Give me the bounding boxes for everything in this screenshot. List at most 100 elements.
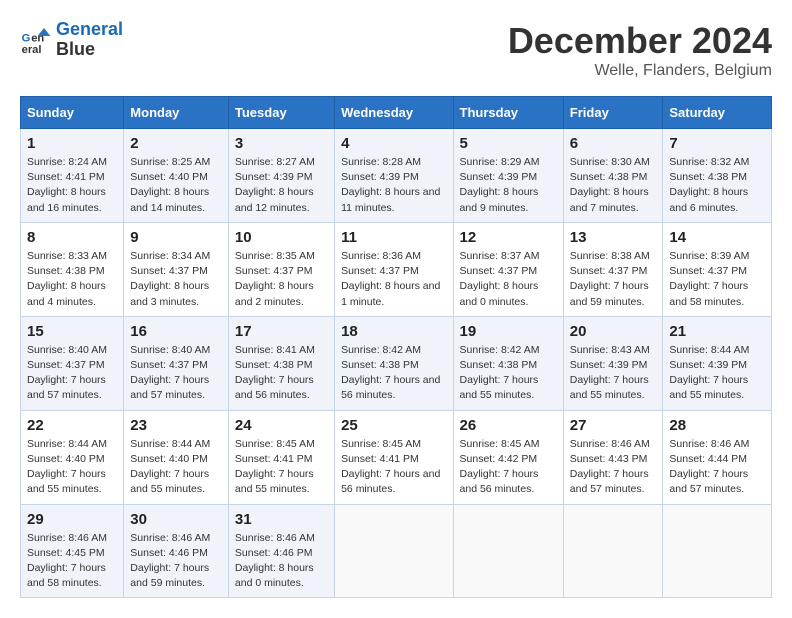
day-info: Sunrise: 8:43 AM Sunset: 4:39 PM Dayligh… [570, 343, 657, 404]
day-info: Sunrise: 8:28 AM Sunset: 4:39 PM Dayligh… [341, 155, 446, 216]
day-number: 10 [235, 229, 328, 246]
calendar-cell: 18 Sunrise: 8:42 AM Sunset: 4:38 PM Dayl… [335, 316, 453, 410]
day-info: Sunrise: 8:42 AM Sunset: 4:38 PM Dayligh… [460, 343, 557, 404]
header-sunday: Sunday [21, 97, 124, 129]
day-number: 6 [570, 135, 657, 152]
day-info: Sunrise: 8:44 AM Sunset: 4:39 PM Dayligh… [669, 343, 765, 404]
calendar-cell: 6 Sunrise: 8:30 AM Sunset: 4:38 PM Dayli… [563, 129, 663, 223]
calendar-cell: 10 Sunrise: 8:35 AM Sunset: 4:37 PM Dayl… [228, 222, 334, 316]
calendar-cell: 15 Sunrise: 8:40 AM Sunset: 4:37 PM Dayl… [21, 316, 124, 410]
day-info: Sunrise: 8:32 AM Sunset: 4:38 PM Dayligh… [669, 155, 765, 216]
day-info: Sunrise: 8:33 AM Sunset: 4:38 PM Dayligh… [27, 249, 117, 310]
day-number: 19 [460, 323, 557, 340]
header-tuesday: Tuesday [228, 97, 334, 129]
day-info: Sunrise: 8:46 AM Sunset: 4:44 PM Dayligh… [669, 437, 765, 498]
calendar-cell: 8 Sunrise: 8:33 AM Sunset: 4:38 PM Dayli… [21, 222, 124, 316]
calendar-table: SundayMondayTuesdayWednesdayThursdayFrid… [20, 96, 772, 598]
day-info: Sunrise: 8:36 AM Sunset: 4:37 PM Dayligh… [341, 249, 446, 310]
calendar-week-row: 15 Sunrise: 8:40 AM Sunset: 4:37 PM Dayl… [21, 316, 772, 410]
day-number: 12 [460, 229, 557, 246]
header-friday: Friday [563, 97, 663, 129]
day-info: Sunrise: 8:24 AM Sunset: 4:41 PM Dayligh… [27, 155, 117, 216]
day-number: 23 [130, 417, 222, 434]
day-number: 13 [570, 229, 657, 246]
calendar-cell [563, 504, 663, 598]
day-info: Sunrise: 8:37 AM Sunset: 4:37 PM Dayligh… [460, 249, 557, 310]
day-info: Sunrise: 8:40 AM Sunset: 4:37 PM Dayligh… [27, 343, 117, 404]
calendar-cell: 16 Sunrise: 8:40 AM Sunset: 4:37 PM Dayl… [124, 316, 229, 410]
calendar-cell: 14 Sunrise: 8:39 AM Sunset: 4:37 PM Dayl… [663, 222, 772, 316]
day-number: 31 [235, 511, 328, 528]
svg-text:eral: eral [22, 44, 42, 56]
calendar-header-row: SundayMondayTuesdayWednesdayThursdayFrid… [21, 97, 772, 129]
header-wednesday: Wednesday [335, 97, 453, 129]
day-info: Sunrise: 8:45 AM Sunset: 4:41 PM Dayligh… [235, 437, 328, 498]
day-number: 30 [130, 511, 222, 528]
day-number: 25 [341, 417, 446, 434]
calendar-week-row: 8 Sunrise: 8:33 AM Sunset: 4:38 PM Dayli… [21, 222, 772, 316]
day-info: Sunrise: 8:34 AM Sunset: 4:37 PM Dayligh… [130, 249, 222, 310]
day-info: Sunrise: 8:44 AM Sunset: 4:40 PM Dayligh… [27, 437, 117, 498]
calendar-cell: 30 Sunrise: 8:46 AM Sunset: 4:46 PM Dayl… [124, 504, 229, 598]
day-number: 20 [570, 323, 657, 340]
calendar-cell: 3 Sunrise: 8:27 AM Sunset: 4:39 PM Dayli… [228, 129, 334, 223]
day-number: 11 [341, 229, 446, 246]
day-number: 7 [669, 135, 765, 152]
calendar-week-row: 29 Sunrise: 8:46 AM Sunset: 4:45 PM Dayl… [21, 504, 772, 598]
header-thursday: Thursday [453, 97, 563, 129]
day-info: Sunrise: 8:30 AM Sunset: 4:38 PM Dayligh… [570, 155, 657, 216]
day-number: 24 [235, 417, 328, 434]
logo-icon: G en eral [20, 24, 52, 56]
day-info: Sunrise: 8:42 AM Sunset: 4:38 PM Dayligh… [341, 343, 446, 404]
day-number: 4 [341, 135, 446, 152]
month-title: December 2024 [508, 20, 772, 62]
day-number: 2 [130, 135, 222, 152]
calendar-week-row: 1 Sunrise: 8:24 AM Sunset: 4:41 PM Dayli… [21, 129, 772, 223]
day-info: Sunrise: 8:45 AM Sunset: 4:42 PM Dayligh… [460, 437, 557, 498]
calendar-cell: 27 Sunrise: 8:46 AM Sunset: 4:43 PM Dayl… [563, 410, 663, 504]
calendar-cell: 24 Sunrise: 8:45 AM Sunset: 4:41 PM Dayl… [228, 410, 334, 504]
calendar-cell: 19 Sunrise: 8:42 AM Sunset: 4:38 PM Dayl… [453, 316, 563, 410]
calendar-cell: 20 Sunrise: 8:43 AM Sunset: 4:39 PM Dayl… [563, 316, 663, 410]
calendar-cell: 23 Sunrise: 8:44 AM Sunset: 4:40 PM Dayl… [124, 410, 229, 504]
calendar-cell: 11 Sunrise: 8:36 AM Sunset: 4:37 PM Dayl… [335, 222, 453, 316]
day-number: 28 [669, 417, 765, 434]
header-saturday: Saturday [663, 97, 772, 129]
day-info: Sunrise: 8:25 AM Sunset: 4:40 PM Dayligh… [130, 155, 222, 216]
calendar-cell: 2 Sunrise: 8:25 AM Sunset: 4:40 PM Dayli… [124, 129, 229, 223]
location-subtitle: Welle, Flanders, Belgium [508, 62, 772, 80]
calendar-week-row: 22 Sunrise: 8:44 AM Sunset: 4:40 PM Dayl… [21, 410, 772, 504]
calendar-cell [335, 504, 453, 598]
day-number: 8 [27, 229, 117, 246]
calendar-cell: 9 Sunrise: 8:34 AM Sunset: 4:37 PM Dayli… [124, 222, 229, 316]
calendar-cell: 12 Sunrise: 8:37 AM Sunset: 4:37 PM Dayl… [453, 222, 563, 316]
day-info: Sunrise: 8:46 AM Sunset: 4:45 PM Dayligh… [27, 531, 117, 592]
day-info: Sunrise: 8:45 AM Sunset: 4:41 PM Dayligh… [341, 437, 446, 498]
day-info: Sunrise: 8:35 AM Sunset: 4:37 PM Dayligh… [235, 249, 328, 310]
calendar-cell: 21 Sunrise: 8:44 AM Sunset: 4:39 PM Dayl… [663, 316, 772, 410]
header-monday: Monday [124, 97, 229, 129]
day-number: 27 [570, 417, 657, 434]
calendar-cell: 13 Sunrise: 8:38 AM Sunset: 4:37 PM Dayl… [563, 222, 663, 316]
title-block: December 2024 Welle, Flanders, Belgium [508, 20, 772, 80]
day-info: Sunrise: 8:44 AM Sunset: 4:40 PM Dayligh… [130, 437, 222, 498]
calendar-cell: 4 Sunrise: 8:28 AM Sunset: 4:39 PM Dayli… [335, 129, 453, 223]
day-info: Sunrise: 8:29 AM Sunset: 4:39 PM Dayligh… [460, 155, 557, 216]
calendar-cell: 25 Sunrise: 8:45 AM Sunset: 4:41 PM Dayl… [335, 410, 453, 504]
day-number: 3 [235, 135, 328, 152]
day-number: 16 [130, 323, 222, 340]
day-number: 29 [27, 511, 117, 528]
day-number: 9 [130, 229, 222, 246]
calendar-cell: 22 Sunrise: 8:44 AM Sunset: 4:40 PM Dayl… [21, 410, 124, 504]
day-info: Sunrise: 8:46 AM Sunset: 4:46 PM Dayligh… [130, 531, 222, 592]
logo: G en eral General Blue [20, 20, 123, 60]
day-number: 14 [669, 229, 765, 246]
day-info: Sunrise: 8:39 AM Sunset: 4:37 PM Dayligh… [669, 249, 765, 310]
calendar-cell: 31 Sunrise: 8:46 AM Sunset: 4:46 PM Dayl… [228, 504, 334, 598]
day-number: 17 [235, 323, 328, 340]
day-number: 21 [669, 323, 765, 340]
calendar-cell: 7 Sunrise: 8:32 AM Sunset: 4:38 PM Dayli… [663, 129, 772, 223]
day-info: Sunrise: 8:41 AM Sunset: 4:38 PM Dayligh… [235, 343, 328, 404]
calendar-cell: 17 Sunrise: 8:41 AM Sunset: 4:38 PM Dayl… [228, 316, 334, 410]
day-info: Sunrise: 8:46 AM Sunset: 4:43 PM Dayligh… [570, 437, 657, 498]
